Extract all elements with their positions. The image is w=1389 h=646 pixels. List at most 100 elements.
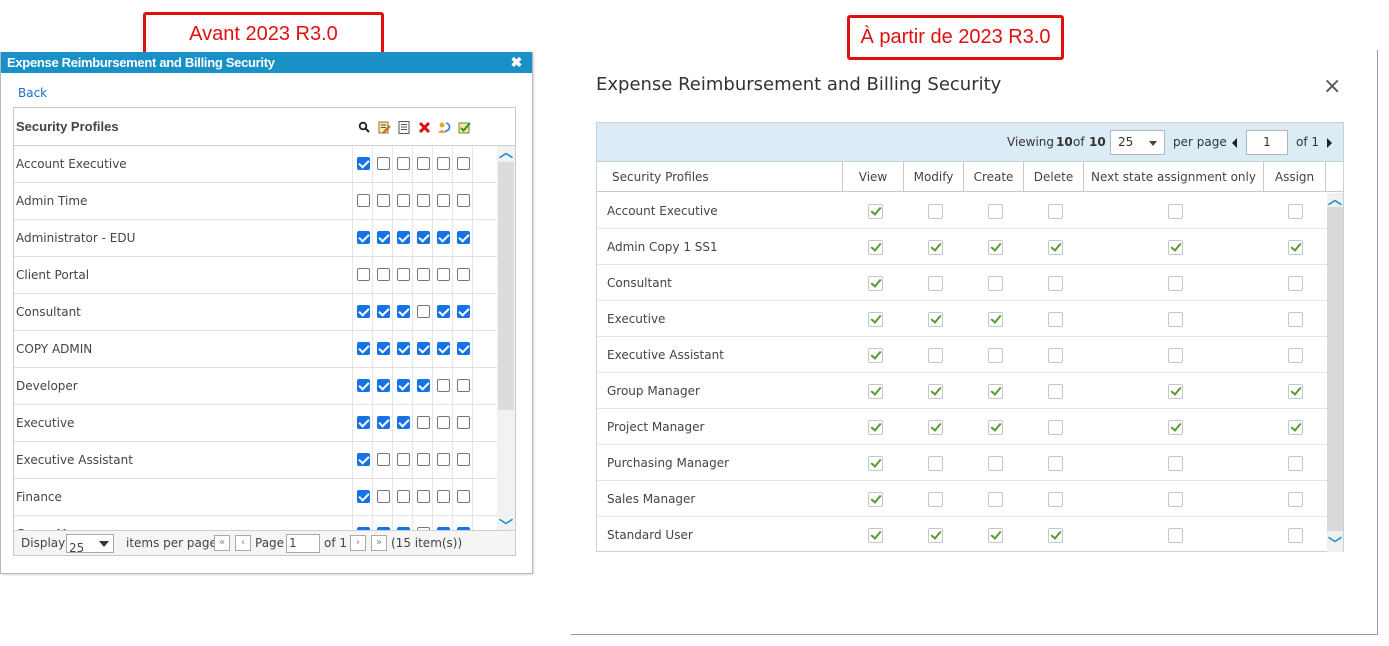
- permission-checkbox[interactable]: [357, 194, 370, 207]
- permission-checkbox[interactable]: [417, 194, 430, 207]
- permission-checkbox[interactable]: [397, 416, 410, 429]
- permission-checkbox[interactable]: [377, 453, 390, 466]
- permission-checkbox[interactable]: [417, 379, 430, 392]
- permission-checkbox[interactable]: [928, 528, 943, 543]
- permission-checkbox[interactable]: [377, 379, 390, 392]
- permission-checkbox[interactable]: [437, 342, 450, 355]
- permission-checkbox[interactable]: [397, 157, 410, 170]
- permission-checkbox[interactable]: [1048, 456, 1063, 471]
- chevron-down-icon[interactable]: ﹀: [1328, 538, 1342, 552]
- permission-checkbox[interactable]: [1048, 312, 1063, 327]
- permission-checkbox[interactable]: [1288, 312, 1303, 327]
- permission-checkbox[interactable]: [988, 348, 1003, 363]
- permission-checkbox[interactable]: [1168, 420, 1183, 435]
- permission-checkbox[interactable]: [377, 490, 390, 503]
- permission-checkbox[interactable]: [1168, 384, 1183, 399]
- permission-checkbox[interactable]: [437, 268, 450, 281]
- permission-checkbox[interactable]: [357, 268, 370, 281]
- permission-checkbox[interactable]: [437, 305, 450, 318]
- permission-checkbox[interactable]: [457, 194, 470, 207]
- permission-checkbox[interactable]: [928, 348, 943, 363]
- permission-checkbox[interactable]: [1288, 528, 1303, 543]
- permission-checkbox[interactable]: [868, 456, 883, 471]
- first-page-button[interactable]: «: [214, 535, 230, 551]
- permission-checkbox[interactable]: [437, 157, 450, 170]
- permission-checkbox[interactable]: [397, 453, 410, 466]
- permission-checkbox[interactable]: [357, 231, 370, 244]
- permission-checkbox[interactable]: [868, 276, 883, 291]
- permission-checkbox[interactable]: [1288, 492, 1303, 507]
- permission-checkbox[interactable]: [357, 453, 370, 466]
- permission-checkbox[interactable]: [397, 342, 410, 355]
- permission-checkbox[interactable]: [357, 416, 370, 429]
- permission-checkbox[interactable]: [397, 490, 410, 503]
- permission-checkbox[interactable]: [397, 305, 410, 318]
- permission-checkbox[interactable]: [357, 342, 370, 355]
- permission-checkbox[interactable]: [1048, 240, 1063, 255]
- chevron-up-icon[interactable]: ︿: [1328, 193, 1342, 207]
- prev-page-icon[interactable]: [1232, 138, 1237, 148]
- page-input[interactable]: 1: [1246, 130, 1288, 155]
- permission-checkbox[interactable]: [417, 342, 430, 355]
- close-icon[interactable]: ✖: [511, 52, 523, 73]
- permission-checkbox[interactable]: [1288, 276, 1303, 291]
- permission-checkbox[interactable]: [1288, 348, 1303, 363]
- chevron-up-icon[interactable]: ︿: [499, 146, 513, 160]
- permission-checkbox[interactable]: [988, 384, 1003, 399]
- permission-checkbox[interactable]: [1048, 348, 1063, 363]
- page-size-select[interactable]: 25: [66, 534, 114, 555]
- permission-checkbox[interactable]: [457, 453, 470, 466]
- column-header[interactable]: Modify: [904, 162, 964, 192]
- permission-checkbox[interactable]: [928, 420, 943, 435]
- permission-checkbox[interactable]: [377, 231, 390, 244]
- permission-checkbox[interactable]: [868, 204, 883, 219]
- permission-checkbox[interactable]: [417, 453, 430, 466]
- permission-checkbox[interactable]: [377, 157, 390, 170]
- new-table-scrollbar[interactable]: ︿ ﹀: [1327, 193, 1343, 552]
- permission-checkbox[interactable]: [457, 416, 470, 429]
- column-header[interactable]: Next state assignment only: [1084, 162, 1264, 192]
- permission-checkbox[interactable]: [357, 305, 370, 318]
- permission-checkbox[interactable]: [1288, 204, 1303, 219]
- permission-checkbox[interactable]: [988, 528, 1003, 543]
- permission-checkbox[interactable]: [437, 194, 450, 207]
- permission-checkbox[interactable]: [377, 194, 390, 207]
- permission-checkbox[interactable]: [868, 312, 883, 327]
- permission-checkbox[interactable]: [868, 240, 883, 255]
- permission-checkbox[interactable]: [928, 456, 943, 471]
- permission-checkbox[interactable]: [928, 240, 943, 255]
- permission-checkbox[interactable]: [457, 157, 470, 170]
- permission-checkbox[interactable]: [357, 490, 370, 503]
- next-page-button[interactable]: ›: [350, 535, 366, 551]
- permission-checkbox[interactable]: [377, 416, 390, 429]
- permission-checkbox[interactable]: [377, 342, 390, 355]
- permission-checkbox[interactable]: [1168, 456, 1183, 471]
- permission-checkbox[interactable]: [457, 379, 470, 392]
- permission-checkbox[interactable]: [417, 305, 430, 318]
- permission-checkbox[interactable]: [377, 305, 390, 318]
- permission-checkbox[interactable]: [437, 490, 450, 503]
- prev-page-button[interactable]: ‹: [235, 535, 251, 551]
- permission-checkbox[interactable]: [1048, 420, 1063, 435]
- permission-checkbox[interactable]: [868, 384, 883, 399]
- permission-checkbox[interactable]: [437, 379, 450, 392]
- old-grid-scrollbar[interactable]: ︿ ﹀: [497, 146, 515, 534]
- next-page-icon[interactable]: [1327, 138, 1332, 148]
- permission-checkbox[interactable]: [1168, 276, 1183, 291]
- permission-checkbox[interactable]: [928, 384, 943, 399]
- column-header[interactable]: Create: [964, 162, 1024, 192]
- permission-checkbox[interactable]: [397, 194, 410, 207]
- permission-checkbox[interactable]: [1288, 420, 1303, 435]
- permission-checkbox[interactable]: [437, 231, 450, 244]
- permission-checkbox[interactable]: [988, 420, 1003, 435]
- permission-checkbox[interactable]: [437, 416, 450, 429]
- scrollbar-thumb[interactable]: [498, 162, 514, 410]
- permission-checkbox[interactable]: [1168, 492, 1183, 507]
- permission-checkbox[interactable]: [868, 528, 883, 543]
- permission-checkbox[interactable]: [1048, 528, 1063, 543]
- last-page-button[interactable]: »: [371, 535, 387, 551]
- permission-checkbox[interactable]: [377, 268, 390, 281]
- permission-checkbox[interactable]: [988, 240, 1003, 255]
- close-icon[interactable]: ×: [1323, 76, 1341, 98]
- permission-checkbox[interactable]: [988, 492, 1003, 507]
